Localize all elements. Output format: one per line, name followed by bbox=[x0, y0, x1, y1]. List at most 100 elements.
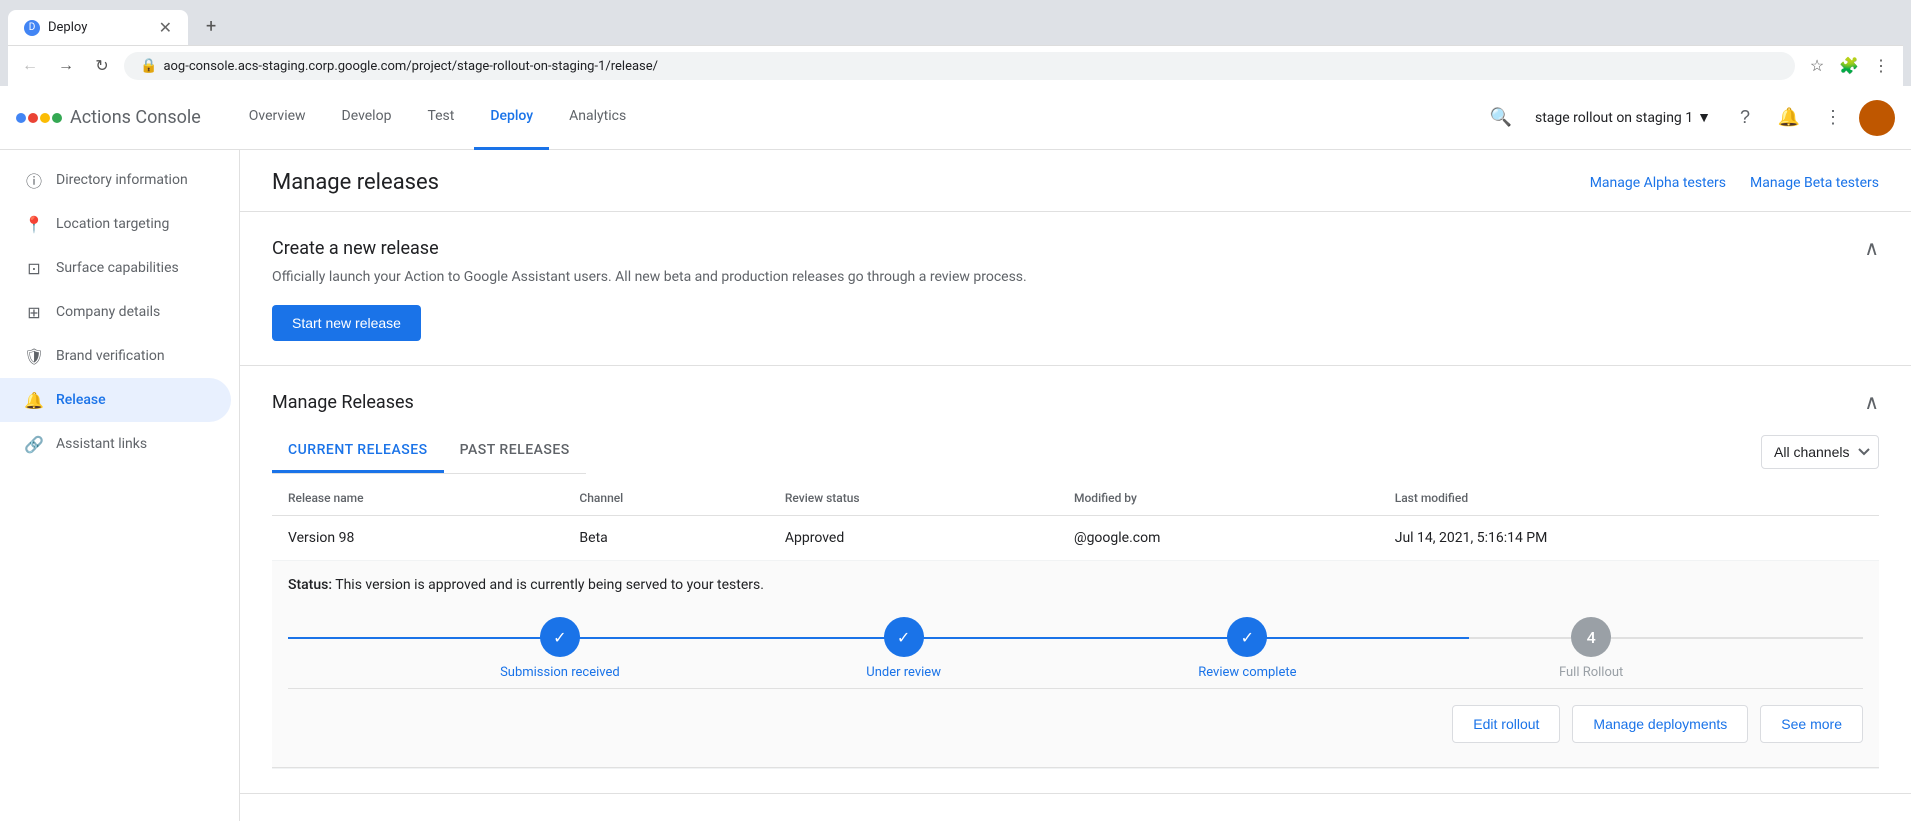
assistant-icon: 🔗 bbox=[24, 434, 44, 454]
project-chevron-icon: ▼ bbox=[1697, 109, 1711, 126]
table-header: Release name Channel Review status Modif… bbox=[272, 481, 1879, 516]
cell-modified-by: @google.com bbox=[1058, 516, 1379, 561]
nav-link-test[interactable]: Test bbox=[411, 86, 470, 150]
location-icon: 📍 bbox=[24, 214, 44, 234]
nav-right: 🔍 stage rollout on staging 1 ▼ ? 🔔 ⋮ bbox=[1483, 100, 1895, 136]
back-button[interactable]: ← bbox=[16, 52, 44, 80]
avatar[interactable] bbox=[1859, 100, 1895, 136]
project-name: stage rollout on staging 1 bbox=[1535, 110, 1693, 126]
tab-current-releases[interactable]: CURRENT RELEASES bbox=[272, 430, 444, 473]
search-button[interactable]: 🔍 bbox=[1483, 100, 1519, 136]
chrome-menu-button[interactable]: ⋮ bbox=[1867, 52, 1895, 80]
project-selector[interactable]: stage rollout on staging 1 ▼ bbox=[1527, 105, 1719, 130]
lock-icon: 🔒 bbox=[140, 58, 157, 74]
col-last-modified: Last modified bbox=[1379, 481, 1879, 516]
notification-button[interactable]: 🔔 bbox=[1771, 100, 1807, 136]
logo-area: Actions Console bbox=[16, 107, 201, 128]
manage-beta-link[interactable]: Manage Beta testers bbox=[1750, 175, 1879, 191]
col-release-name: Release name bbox=[272, 481, 563, 516]
progress-tracker: ✓ Submission received ✓ Under review bbox=[288, 617, 1863, 680]
forward-button[interactable]: → bbox=[52, 52, 80, 80]
sidebar-item-brand[interactable]: 🛡 Brand verification bbox=[0, 334, 231, 378]
nav-link-develop[interactable]: Develop bbox=[326, 86, 408, 150]
cell-channel: Beta bbox=[563, 516, 768, 561]
page-header: Manage releases Manage Alpha testers Man… bbox=[240, 150, 1911, 212]
progress-steps: ✓ Submission received ✓ Under review bbox=[388, 617, 1763, 680]
sidebar-item-directory[interactable]: ⓘ Directory information bbox=[0, 158, 231, 202]
create-release-description: Officially launch your Action to Google … bbox=[272, 269, 1879, 285]
nav-link-overview[interactable]: Overview bbox=[233, 86, 322, 150]
page-title: Manage releases bbox=[272, 170, 439, 195]
close-tab-button[interactable]: ✕ bbox=[159, 18, 172, 37]
sidebar: ⓘ Directory information 📍 Location targe… bbox=[0, 150, 240, 821]
step-full-rollout: 4 Full Rollout bbox=[1419, 617, 1763, 680]
manage-alpha-link[interactable]: Manage Alpha testers bbox=[1590, 175, 1726, 191]
google-logo bbox=[16, 113, 62, 123]
sidebar-item-assistant[interactable]: 🔗 Assistant links bbox=[0, 422, 231, 466]
sidebar-item-company[interactable]: ⊞ Company details bbox=[0, 290, 231, 334]
browser-tab[interactable]: D Deploy ✕ bbox=[8, 10, 188, 45]
tabs-row: CURRENT RELEASES PAST RELEASES All chann… bbox=[272, 423, 1879, 481]
expanded-details-cell: Status: This version is approved and is … bbox=[272, 561, 1879, 769]
table-body: Version 98 Beta Approved @google.com Jul… bbox=[272, 516, 1879, 769]
releases-table: Release name Channel Review status Modif… bbox=[272, 481, 1879, 769]
dot-yellow bbox=[40, 113, 50, 123]
releases-tabs: CURRENT RELEASES PAST RELEASES bbox=[272, 430, 586, 474]
table-row[interactable]: Version 98 Beta Approved @google.com Jul… bbox=[272, 516, 1879, 561]
nav-link-analytics[interactable]: Analytics bbox=[553, 86, 642, 150]
step-review-complete: ✓ Review complete bbox=[1076, 617, 1420, 680]
brand-icon: 🛡 bbox=[24, 346, 44, 366]
col-modified-by: Modified by bbox=[1058, 481, 1379, 516]
more-options-button[interactable]: ⋮ bbox=[1815, 100, 1851, 136]
header-links: Manage Alpha testers Manage Beta testers bbox=[1590, 175, 1879, 191]
cell-last-modified: Jul 14, 2021, 5:16:14 PM bbox=[1379, 516, 1879, 561]
extensions-button[interactable]: 🧩 bbox=[1835, 52, 1863, 80]
release-icon: 🔔 bbox=[24, 390, 44, 410]
new-tab-button[interactable]: + bbox=[190, 8, 232, 45]
surface-icon: ⊡ bbox=[24, 258, 44, 278]
status-label: Status: bbox=[288, 577, 332, 593]
step-full-rollout-label: Full Rollout bbox=[1559, 665, 1623, 680]
nav-link-deploy[interactable]: Deploy bbox=[474, 86, 549, 150]
bookmark-button[interactable]: ☆ bbox=[1803, 52, 1831, 80]
action-buttons: Edit rollout Manage deployments See more bbox=[288, 688, 1863, 743]
step-full-rollout-circle: 4 bbox=[1571, 617, 1611, 657]
create-release-collapse-button[interactable]: ∧ bbox=[1864, 236, 1879, 261]
step-submission-label[interactable]: Submission received bbox=[500, 665, 620, 680]
sidebar-item-location-label: Location targeting bbox=[56, 216, 169, 232]
help-button[interactable]: ? bbox=[1727, 100, 1763, 136]
col-channel: Channel bbox=[563, 481, 768, 516]
browser-chrome: D Deploy ✕ + ← → ↻ 🔒 aog-console.acs-sta… bbox=[0, 0, 1911, 86]
see-more-button[interactable]: See more bbox=[1760, 705, 1863, 743]
status-description: This version is approved and is currentl… bbox=[335, 577, 764, 593]
top-nav-links: Overview Develop Test Deploy Analytics bbox=[233, 86, 1483, 150]
channel-filter-select[interactable]: All channels Alpha Beta Production bbox=[1761, 435, 1879, 469]
manage-deployments-button[interactable]: Manage deployments bbox=[1572, 705, 1748, 743]
step-submission-circle: ✓ bbox=[540, 617, 580, 657]
status-message: Status: This version is approved and is … bbox=[288, 577, 1863, 593]
dot-red bbox=[28, 113, 38, 123]
start-new-release-button[interactable]: Start new release bbox=[272, 305, 421, 341]
edit-rollout-button[interactable]: Edit rollout bbox=[1452, 705, 1560, 743]
sidebar-item-release[interactable]: 🔔 Release bbox=[0, 378, 231, 422]
step-under-review-label[interactable]: Under review bbox=[866, 665, 941, 680]
sidebar-item-surface[interactable]: ⊡ Surface capabilities bbox=[0, 246, 231, 290]
dot-blue bbox=[16, 113, 26, 123]
create-release-section: Create a new release ∧ Officially launch… bbox=[240, 212, 1911, 366]
dot-green bbox=[52, 113, 62, 123]
reload-button[interactable]: ↻ bbox=[88, 52, 116, 80]
manage-releases-collapse-button[interactable]: ∧ bbox=[1864, 390, 1879, 415]
content-area: Manage releases Manage Alpha testers Man… bbox=[240, 150, 1911, 821]
step-review-complete-label[interactable]: Review complete bbox=[1198, 665, 1296, 680]
col-review-status: Review status bbox=[769, 481, 1058, 516]
step-review-complete-circle: ✓ bbox=[1227, 617, 1267, 657]
top-nav: Actions Console Overview Develop Test De… bbox=[0, 86, 1911, 150]
step-under-review: ✓ Under review bbox=[732, 617, 1076, 680]
expanded-details-row: Status: This version is approved and is … bbox=[272, 561, 1879, 769]
tab-past-releases[interactable]: PAST RELEASES bbox=[444, 430, 586, 473]
step-under-review-circle: ✓ bbox=[884, 617, 924, 657]
manage-releases-title: Manage Releases bbox=[272, 392, 414, 413]
address-bar[interactable]: 🔒 aog-console.acs-staging.corp.google.co… bbox=[124, 52, 1795, 80]
sidebar-item-location[interactable]: 📍 Location targeting bbox=[0, 202, 231, 246]
table-header-row: Release name Channel Review status Modif… bbox=[272, 481, 1879, 516]
